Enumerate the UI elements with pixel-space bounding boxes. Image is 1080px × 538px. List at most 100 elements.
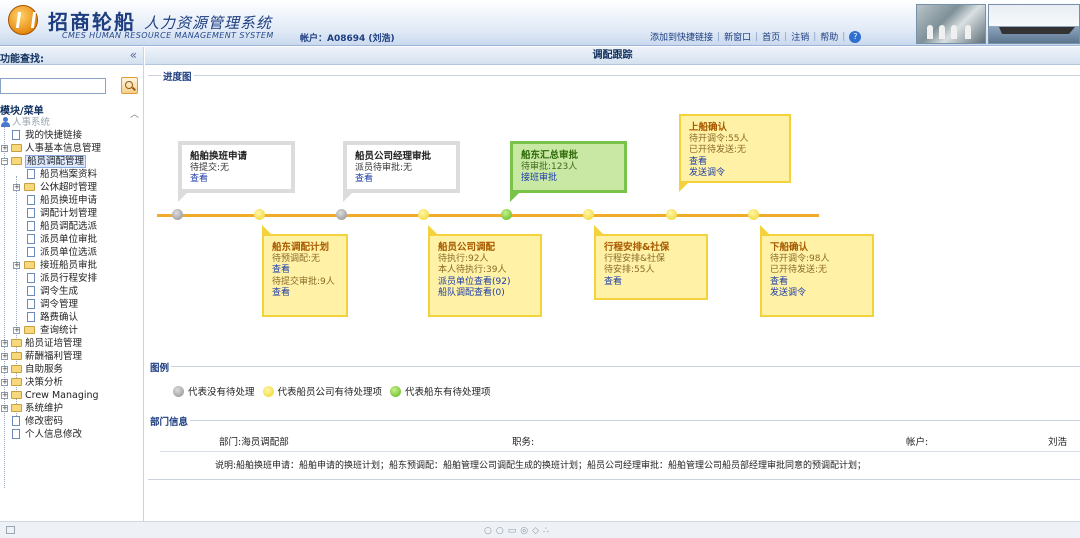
tree-item-query-stats[interactable]: + 查询统计 [0, 324, 140, 337]
tree-item-crew-deploy[interactable]: − 船员调配管理 [0, 155, 140, 168]
send-order-link[interactable]: 发送调令 [689, 168, 781, 180]
tree-item-crew-dispatch[interactable]: 船员调配选派 [0, 220, 140, 233]
new-window-link[interactable]: 新窗口 [724, 30, 751, 43]
card-board-confirm: 上船确认 待开调令:55人 已开待发送:无 查看 发送调令 [679, 114, 791, 192]
expand-icon[interactable]: + [1, 340, 8, 347]
view-link[interactable]: 查看 [604, 277, 698, 289]
page-title: 调配跟踪 [592, 50, 633, 61]
tree-item-profile[interactable]: 个人信息修改 [0, 428, 140, 441]
tree-item-cert-training[interactable]: + 船员证培管理 [0, 337, 140, 350]
view-link[interactable]: 查看 [272, 265, 338, 277]
company-logo-icon [8, 5, 38, 35]
card-status: 派员待审批:无 [355, 162, 413, 173]
department-title: 部门信息 [148, 414, 191, 428]
step-dot-1 [172, 209, 183, 220]
expand-icon[interactable]: + [1, 145, 8, 152]
tree-item-decision[interactable]: + 决策分析 [0, 376, 140, 389]
help-link[interactable]: 帮助 [820, 30, 838, 43]
folder-icon [11, 391, 22, 399]
tree-item-unit-dispatch[interactable]: 派员单位选派 [0, 246, 140, 259]
tree-item-unit-approval[interactable]: 派员单位审批 [0, 233, 140, 246]
card-title: 船员公司调配 [438, 242, 496, 253]
card-status: 待审批:123人 [521, 161, 578, 172]
collapse-sidebar-icon[interactable]: « [130, 48, 137, 62]
card-title: 船舶换班申请 [190, 151, 248, 162]
tree-item-plan-manage[interactable]: 调配计划管理 [0, 207, 140, 220]
step-dot-4 [418, 209, 429, 220]
tree-item-self-service[interactable]: + 自助服务 [0, 363, 140, 376]
document-icon [27, 286, 35, 296]
view-link[interactable]: 查看 [355, 174, 448, 186]
tree-item-fee-confirm[interactable]: 路费确认 [0, 311, 140, 324]
function-search-input[interactable] [0, 78, 106, 94]
menu-tree: 人事系统 我的快捷链接 + 人事基本信息管理 − 船员调配管理 船员档案资料 + 公休… [0, 116, 140, 488]
card-title: 船东调配计划 [272, 242, 330, 253]
tree-item-password[interactable]: 修改密码 [0, 415, 140, 428]
collapse-icon[interactable]: − [1, 158, 8, 165]
expand-icon[interactable]: + [1, 405, 8, 412]
view-link[interactable]: 查看 [190, 174, 283, 186]
document-icon [27, 221, 35, 231]
document-icon [12, 416, 20, 426]
app-header: 招商轮船 人力资源管理系统 CMES HUMAN RESOURCE MANAGE… [0, 0, 1080, 46]
account-label: 帐户: [906, 437, 929, 448]
tree-item-system[interactable]: + 系统维护 [0, 402, 140, 415]
legend-green: 代表船东有待处理项 [405, 387, 491, 398]
expand-icon[interactable]: + [13, 184, 20, 191]
tree-item-shift-request[interactable]: 船员换班申请 [0, 194, 140, 207]
tree-item-leave-overtime[interactable]: + 公休超时管理 [0, 181, 140, 194]
legend-title: 图例 [148, 360, 172, 374]
home-link[interactable]: 首页 [762, 30, 780, 43]
card-title: 上船确认 [689, 122, 728, 133]
help-icon[interactable]: ? [849, 30, 862, 43]
tree-item-itinerary[interactable]: 派员行程安排 [0, 272, 140, 285]
document-icon [27, 208, 35, 218]
fleet-view-link[interactable]: 船队调配查看(0) [438, 288, 532, 300]
search-button[interactable] [121, 77, 138, 94]
sidebar-title: 功能查找: [0, 54, 44, 65]
toolbar-icons[interactable]: ○○▭◎◇∴ [484, 526, 553, 536]
card-status: 待提交审批:9人 [272, 276, 335, 287]
step-dot-6 [583, 209, 594, 220]
view-link[interactable]: 查看 [272, 288, 338, 300]
status-bar: ○○▭◎◇∴ [0, 521, 1080, 538]
expand-icon[interactable]: + [1, 366, 8, 373]
card-itinerary: 行程安排&社保 行程安排&社保 待安排:55人 查看 [594, 225, 708, 300]
folder-open-icon [11, 157, 22, 165]
tree-item-relief-approval[interactable]: + 接班船员审批 [0, 259, 140, 272]
send-order-link[interactable]: 发送调令 [770, 288, 864, 300]
tree-item-order-gen[interactable]: 调令生成 [0, 285, 140, 298]
tree-item-hr-basic[interactable]: + 人事基本信息管理 [0, 142, 140, 155]
folder-icon [11, 404, 22, 412]
card-crew-company-deploy: 船员公司调配 待执行:92人 本人待执行:39人 派员单位查看(92) 船队调配… [428, 225, 542, 317]
view-link[interactable]: 查看 [689, 157, 781, 169]
expand-icon[interactable]: + [1, 353, 8, 360]
tree-item-salary[interactable]: + 薪酬福利管理 [0, 350, 140, 363]
relief-approval-link[interactable]: 接班审批 [521, 173, 616, 185]
expand-icon[interactable]: + [1, 379, 8, 386]
card-status: 待安排:55人 [604, 265, 655, 275]
card-status: 待开调令:98人 [770, 253, 830, 264]
tree-root[interactable]: 人事系统 [0, 116, 140, 129]
tree-item-crew-files[interactable]: 船员档案资料 [0, 168, 140, 181]
tree-item-shortcuts[interactable]: 我的快捷链接 [0, 129, 140, 142]
tree-item-order-manage[interactable]: 调令管理 [0, 298, 140, 311]
add-shortcut-link[interactable]: 添加到快捷链接 [650, 30, 713, 43]
card-disembark-confirm: 下船确认 待开调令:98人 已开待发送:无 查看 发送调令 [760, 225, 874, 317]
unit-view-link[interactable]: 派员单位查看(92) [438, 277, 532, 289]
progress-title: 进度图 [161, 69, 194, 83]
expand-icon[interactable]: + [13, 327, 20, 334]
view-link[interactable]: 查看 [770, 277, 864, 289]
sidebar-header: 功能查找: « [0, 47, 143, 65]
logout-link[interactable]: 注销 [791, 30, 809, 43]
tree-item-crew-managing[interactable]: + Crew Managing [0, 389, 140, 402]
card-status: 本人待执行:39人 [438, 265, 507, 275]
expand-icon[interactable]: + [1, 392, 8, 399]
document-icon [27, 312, 35, 322]
brand-english: CMES HUMAN RESOURCE MANAGEMENT SYSTEM [62, 31, 274, 40]
position-label: 职务: [512, 437, 535, 448]
expand-icon[interactable]: + [13, 262, 20, 269]
department-section: 部门信息 部门:海员调配部 职务: 帐户: 刘浩 说明:船舶换班申请：船舶申请的… [148, 414, 1080, 510]
card-status: 待提交:无 [190, 162, 230, 173]
yellow-dot-icon [262, 385, 274, 397]
